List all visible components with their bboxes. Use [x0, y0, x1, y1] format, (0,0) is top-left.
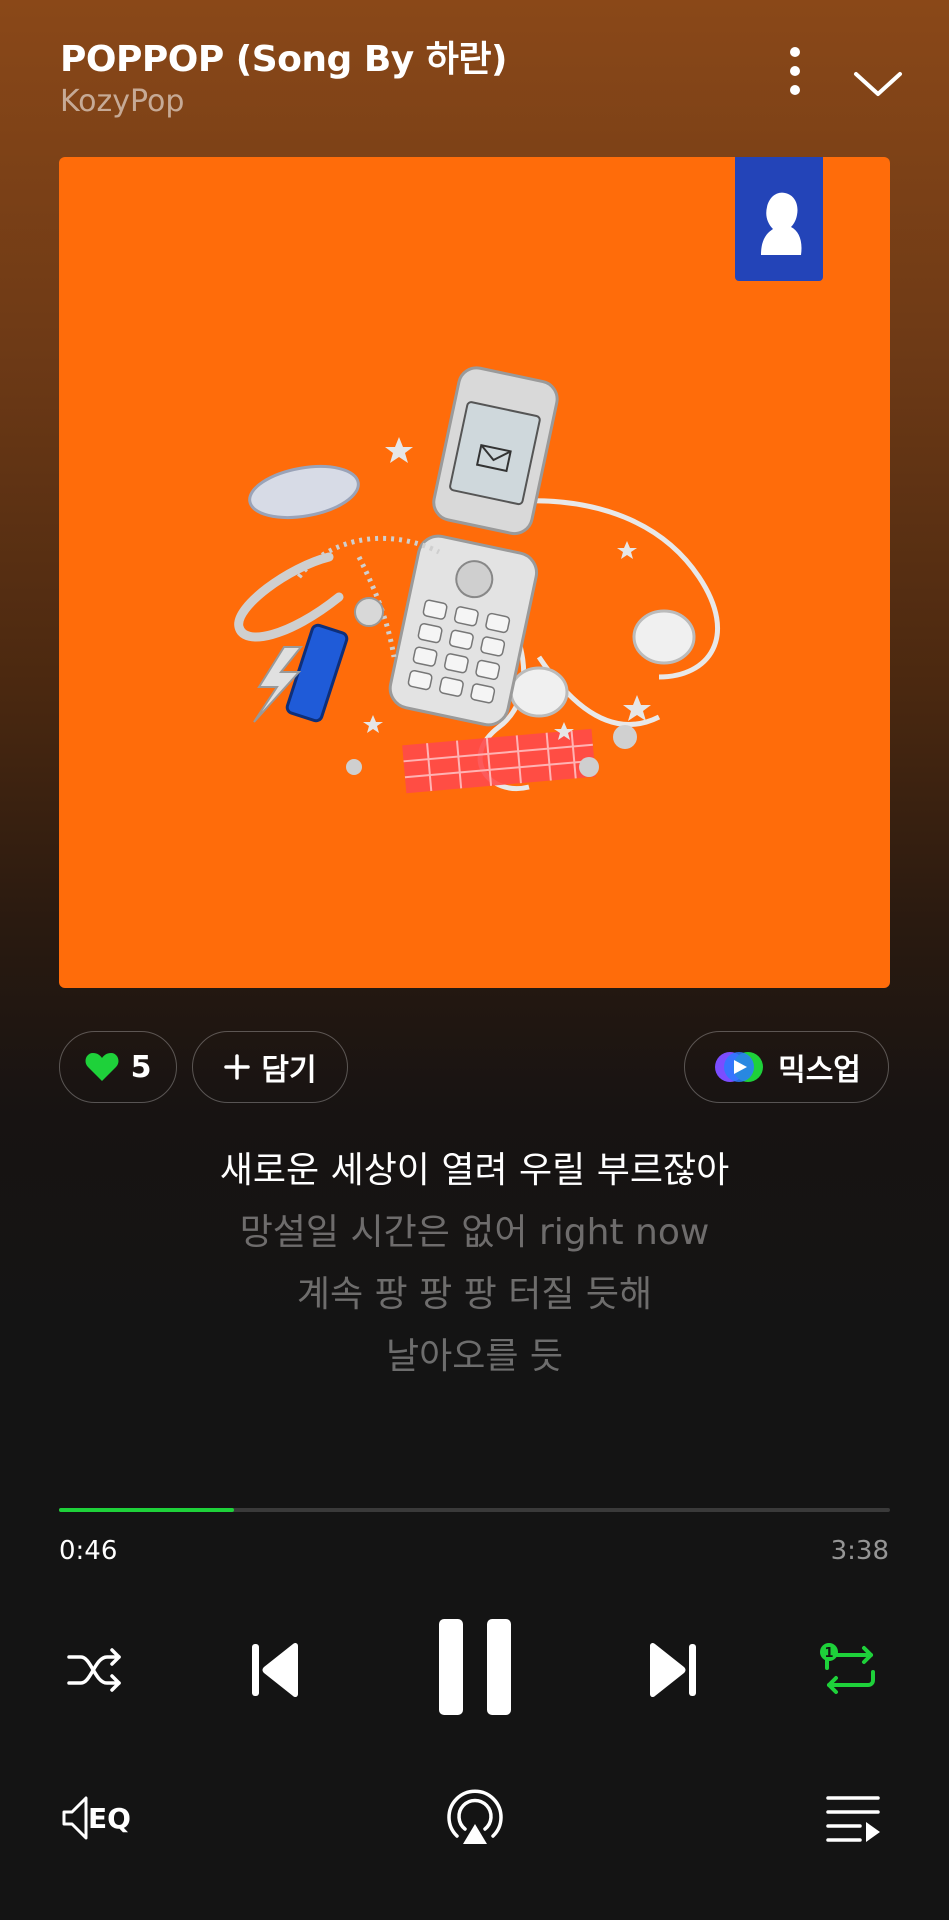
plus-icon: [224, 1054, 251, 1080]
progress-bar[interactable]: [59, 1508, 890, 1512]
album-artwork: [234, 366, 720, 794]
heart-icon: [85, 1053, 119, 1081]
repeat-one-icon: 1: [820, 1643, 875, 1694]
playlist-button[interactable]: [815, 1785, 891, 1851]
progress-fill: [59, 1508, 235, 1512]
mixup-button[interactable]: 믹스업: [684, 1031, 889, 1103]
repeat-badge: 1: [824, 1646, 833, 1661]
next-button[interactable]: [633, 1630, 713, 1710]
equalizer-button[interactable]: EQ: [55, 1785, 145, 1851]
current-time: 0:46: [59, 1536, 118, 1566]
song-title[interactable]: POPPOP (Song By 하란): [60, 30, 507, 82]
eq-label: EQ: [88, 1802, 131, 1835]
skip-previous-icon: [252, 1642, 298, 1698]
chevron-down-icon: [854, 72, 902, 96]
lyric-line-current: 새로운 세상이 열려 우릴 부르잖아: [219, 1150, 730, 1191]
repeat-button[interactable]: 1: [810, 1635, 890, 1705]
add-to-playlist-button[interactable]: 담기: [192, 1031, 348, 1103]
close-player-button[interactable]: [838, 48, 918, 118]
player-header: POPPOP (Song By 하란) KozyPop: [60, 30, 902, 130]
airplay-icon: [447, 1789, 503, 1844]
album-cover: [59, 157, 890, 988]
total-time: 3:38: [830, 1536, 889, 1566]
mixup-icon: [715, 1052, 764, 1082]
more-vertical-icon: [790, 47, 800, 95]
like-button[interactable]: 5: [59, 1031, 177, 1103]
lyrics-panel[interactable]: 새로운 세상이 열려 우릴 부르잖아 망설일 시간은 없어 right now …: [0, 1140, 949, 1388]
like-count: 5: [130, 1049, 152, 1085]
cast-button[interactable]: [437, 1785, 513, 1855]
lyric-line: 날아오를 듯: [385, 1336, 564, 1377]
mixup-label: 믹스업: [778, 1053, 861, 1088]
lyric-line: 계속 팡 팡 팡 터질 듯해: [296, 1274, 653, 1315]
pause-button[interactable]: [425, 1612, 525, 1722]
eq-icon: EQ: [62, 1796, 131, 1840]
skip-next-icon: [650, 1642, 696, 1698]
more-options-button[interactable]: [760, 42, 830, 122]
shuffle-icon: [67, 1648, 121, 1692]
previous-button[interactable]: [235, 1630, 315, 1710]
playlist-icon: [826, 1796, 880, 1842]
lyric-line: 망설일 시간은 없어 right now: [239, 1212, 710, 1253]
pause-icon: [439, 1619, 511, 1715]
add-label: 담기: [261, 1053, 317, 1088]
shuffle-button[interactable]: [55, 1635, 135, 1705]
artist-name[interactable]: KozyPop: [60, 84, 184, 119]
